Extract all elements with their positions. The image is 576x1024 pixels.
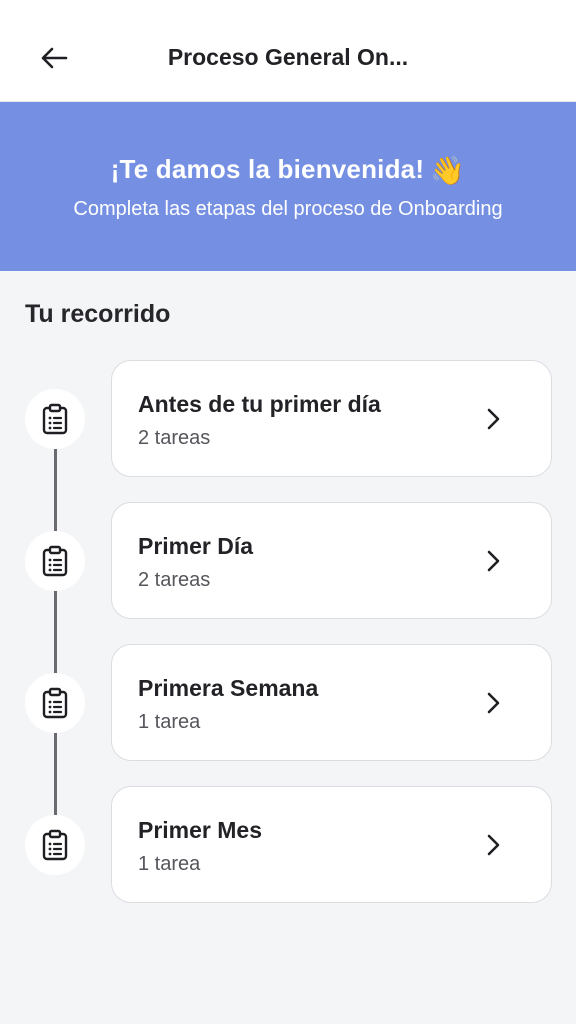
chevron-right-icon (487, 692, 500, 714)
clipboard-list-icon (42, 829, 68, 861)
chevron-right-icon (487, 408, 500, 430)
stage-card[interactable]: Primer Día 2 tareas (111, 502, 552, 619)
app-header: Proceso General On... (0, 0, 576, 102)
stage-card[interactable]: Primer Mes 1 tarea (111, 786, 552, 903)
stage-task-count: 1 tarea (138, 853, 201, 875)
arrow-left-icon (41, 47, 68, 69)
banner-title-row: ¡Te damos la bienvenida! 👋 (0, 154, 576, 187)
timeline-connector (54, 418, 57, 846)
stage-node (25, 673, 85, 733)
stage-node (25, 389, 85, 449)
clipboard-list-icon (42, 687, 68, 719)
stage-node (25, 531, 85, 591)
onboarding-screen: Proceso General On... ¡Te damos la bienv… (0, 0, 576, 1024)
stage-title: Primer Día (138, 533, 254, 559)
chevron-right-icon (487, 550, 500, 572)
stage-title: Primer Mes (138, 817, 263, 843)
stage-task-count: 1 tarea (138, 711, 201, 733)
clipboard-list-icon (42, 545, 68, 577)
banner-subtitle: Completa las etapas del proceso de Onboa… (73, 198, 503, 220)
banner-title: ¡Te damos la bienvenida! (110, 154, 425, 184)
stage-card[interactable]: Antes de tu primer día 2 tareas (111, 360, 552, 477)
stage-task-count: 2 tareas (138, 569, 211, 591)
stage-node (25, 815, 85, 875)
welcome-banner: ¡Te damos la bienvenida! 👋 Completa las e… (0, 102, 576, 271)
page-title: Proceso General On... (167, 44, 409, 70)
section-title: Tu recorrido (25, 300, 171, 328)
waving-hand-icon: 👋 (430, 155, 466, 186)
stage-title: Primera Semana (138, 675, 319, 701)
back-button[interactable] (30, 34, 78, 82)
stage-task-count: 2 tareas (138, 427, 211, 449)
clipboard-list-icon (42, 403, 68, 435)
chevron-right-icon (487, 834, 500, 856)
stage-card[interactable]: Primera Semana 1 tarea (111, 644, 552, 761)
stage-title: Antes de tu primer día (138, 391, 381, 417)
